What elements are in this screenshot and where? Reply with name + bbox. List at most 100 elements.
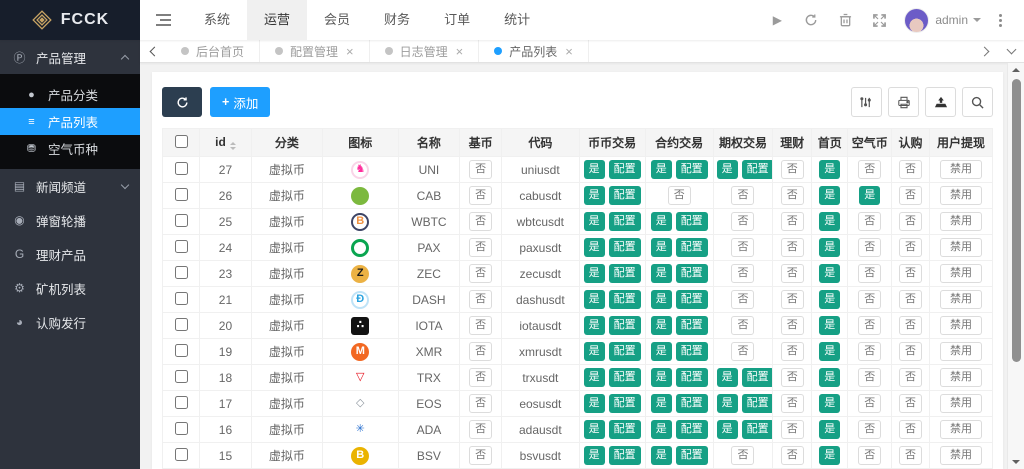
configure-button[interactable]: 配置 bbox=[609, 212, 641, 231]
toggle-no-button[interactable]: 否 bbox=[858, 446, 881, 465]
toggle-yes-button[interactable]: 是 bbox=[651, 212, 672, 231]
toggle-no-button[interactable]: 否 bbox=[899, 342, 922, 361]
row-checkbox[interactable] bbox=[175, 188, 188, 201]
toggle-no-button[interactable]: 否 bbox=[469, 160, 492, 179]
toggle-yes-button[interactable]: 是 bbox=[717, 394, 738, 413]
row-checkbox[interactable] bbox=[175, 214, 188, 227]
row-checkbox[interactable] bbox=[175, 344, 188, 357]
sort-icon[interactable] bbox=[230, 142, 236, 150]
toggle-no-button[interactable]: 否 bbox=[858, 420, 881, 439]
toggle-no-button[interactable]: 否 bbox=[899, 290, 922, 309]
tabs-menu-icon[interactable] bbox=[998, 40, 1024, 62]
toggle-no-button[interactable]: 否 bbox=[469, 238, 492, 257]
toggle-yes-button[interactable]: 是 bbox=[651, 368, 672, 387]
toggle-no-button[interactable]: 否 bbox=[469, 212, 492, 231]
toggle-yes-button[interactable]: 是 bbox=[584, 290, 605, 309]
toggle-yes-button[interactable]: 是 bbox=[819, 160, 840, 179]
sidebar-item-5[interactable]: ◕认购发行 bbox=[0, 305, 140, 339]
toggle-no-button[interactable]: 否 bbox=[469, 290, 492, 309]
toggle-no-button[interactable]: 否 bbox=[858, 394, 881, 413]
toggle-no-button[interactable]: 否 bbox=[469, 394, 492, 413]
withdraw-disabled-button[interactable]: 禁用 bbox=[940, 394, 982, 413]
tab-1[interactable]: 配置管理× bbox=[260, 40, 370, 62]
configure-button[interactable]: 配置 bbox=[676, 264, 708, 283]
withdraw-disabled-button[interactable]: 禁用 bbox=[940, 186, 982, 205]
user-avatar[interactable] bbox=[904, 8, 929, 33]
sidebar-subitem-2[interactable]: ⛃空气币种 bbox=[0, 135, 140, 162]
toggle-no-button[interactable]: 否 bbox=[781, 212, 804, 231]
sidebar-item-1[interactable]: ▤新闻频道 bbox=[0, 169, 140, 203]
toggle-no-button[interactable]: 否 bbox=[858, 342, 881, 361]
toggle-yes-button[interactable]: 是 bbox=[651, 238, 672, 257]
toggle-no-button[interactable]: 否 bbox=[858, 212, 881, 231]
username-label[interactable]: admin bbox=[935, 13, 968, 27]
run-icon[interactable]: ▶ bbox=[760, 0, 794, 40]
tab-0[interactable]: 后台首页 bbox=[166, 40, 260, 62]
configure-button[interactable]: 配置 bbox=[742, 160, 773, 179]
toggle-yes-button[interactable]: 是 bbox=[651, 264, 672, 283]
toggle-yes-button[interactable]: 是 bbox=[584, 368, 605, 387]
configure-button[interactable]: 配置 bbox=[609, 394, 641, 413]
toggle-yes-button[interactable]: 是 bbox=[651, 394, 672, 413]
toggle-no-button[interactable]: 否 bbox=[781, 290, 804, 309]
withdraw-disabled-button[interactable]: 禁用 bbox=[940, 368, 982, 387]
toggle-no-button[interactable]: 否 bbox=[731, 342, 754, 361]
scroll-up-icon[interactable] bbox=[1012, 68, 1020, 72]
nav-item-3[interactable]: 财务 bbox=[367, 0, 427, 40]
sidebar-subitem-0[interactable]: ●产品分类 bbox=[0, 81, 140, 108]
more-options-icon[interactable] bbox=[987, 14, 1014, 27]
configure-button[interactable]: 配置 bbox=[742, 420, 773, 439]
toggle-no-button[interactable]: 否 bbox=[469, 420, 492, 439]
tab-2[interactable]: 日志管理× bbox=[370, 40, 480, 62]
configure-button[interactable]: 配置 bbox=[676, 368, 708, 387]
withdraw-disabled-button[interactable]: 禁用 bbox=[940, 342, 982, 361]
toggle-yes-button[interactable]: 是 bbox=[651, 446, 672, 465]
scrollbar-thumb[interactable] bbox=[1012, 79, 1021, 362]
configure-button[interactable]: 配置 bbox=[609, 420, 641, 439]
withdraw-disabled-button[interactable]: 禁用 bbox=[940, 212, 982, 231]
toggle-yes-button[interactable]: 是 bbox=[717, 420, 738, 439]
toggle-no-button[interactable]: 否 bbox=[899, 446, 922, 465]
configure-button[interactable]: 配置 bbox=[676, 446, 708, 465]
toggle-no-button[interactable]: 否 bbox=[781, 264, 804, 283]
configure-button[interactable]: 配置 bbox=[676, 160, 708, 179]
toggle-no-button[interactable]: 否 bbox=[731, 238, 754, 257]
select-all-checkbox[interactable] bbox=[175, 135, 188, 148]
fullscreen-icon[interactable] bbox=[862, 0, 896, 40]
tab-close-icon[interactable]: × bbox=[346, 45, 354, 58]
row-checkbox[interactable] bbox=[175, 370, 188, 383]
refresh-icon[interactable] bbox=[794, 0, 828, 40]
configure-button[interactable]: 配置 bbox=[676, 394, 708, 413]
toggle-no-button[interactable]: 否 bbox=[731, 186, 754, 205]
toggle-no-button[interactable]: 否 bbox=[899, 316, 922, 335]
sidebar-item-0[interactable]: Ⓟ产品管理 bbox=[0, 40, 140, 74]
toggle-no-button[interactable]: 否 bbox=[469, 368, 492, 387]
scroll-down-icon[interactable] bbox=[1012, 460, 1020, 464]
nav-item-5[interactable]: 统计 bbox=[487, 0, 547, 40]
print-button[interactable] bbox=[888, 87, 919, 117]
configure-button[interactable]: 配置 bbox=[609, 290, 641, 309]
toggle-yes-button[interactable]: 是 bbox=[819, 238, 840, 257]
configure-button[interactable]: 配置 bbox=[609, 446, 641, 465]
toggle-yes-button[interactable]: 是 bbox=[717, 368, 738, 387]
configure-button[interactable]: 配置 bbox=[609, 316, 641, 335]
user-menu-caret-icon[interactable] bbox=[973, 18, 981, 26]
nav-item-4[interactable]: 订单 bbox=[427, 0, 487, 40]
withdraw-disabled-button[interactable]: 禁用 bbox=[940, 160, 982, 179]
row-checkbox[interactable] bbox=[175, 448, 188, 461]
toggle-no-button[interactable]: 否 bbox=[781, 186, 804, 205]
tab-close-icon[interactable]: × bbox=[456, 45, 464, 58]
toggle-no-button[interactable]: 否 bbox=[469, 264, 492, 283]
toggle-yes-button[interactable]: 是 bbox=[651, 290, 672, 309]
sidebar-subitem-1[interactable]: ≡产品列表 bbox=[0, 108, 140, 135]
configure-button[interactable]: 配置 bbox=[676, 238, 708, 257]
refresh-table-button[interactable] bbox=[162, 87, 202, 117]
toggle-no-button[interactable]: 否 bbox=[899, 160, 922, 179]
columns-toggle-button[interactable] bbox=[851, 87, 882, 117]
toggle-yes-button[interactable]: 是 bbox=[819, 420, 840, 439]
toggle-yes-button[interactable]: 是 bbox=[584, 342, 605, 361]
toggle-yes-button[interactable]: 是 bbox=[819, 264, 840, 283]
sidebar-collapse-icon[interactable] bbox=[140, 0, 187, 40]
search-toggle-button[interactable] bbox=[962, 87, 993, 117]
toggle-no-button[interactable]: 否 bbox=[731, 290, 754, 309]
